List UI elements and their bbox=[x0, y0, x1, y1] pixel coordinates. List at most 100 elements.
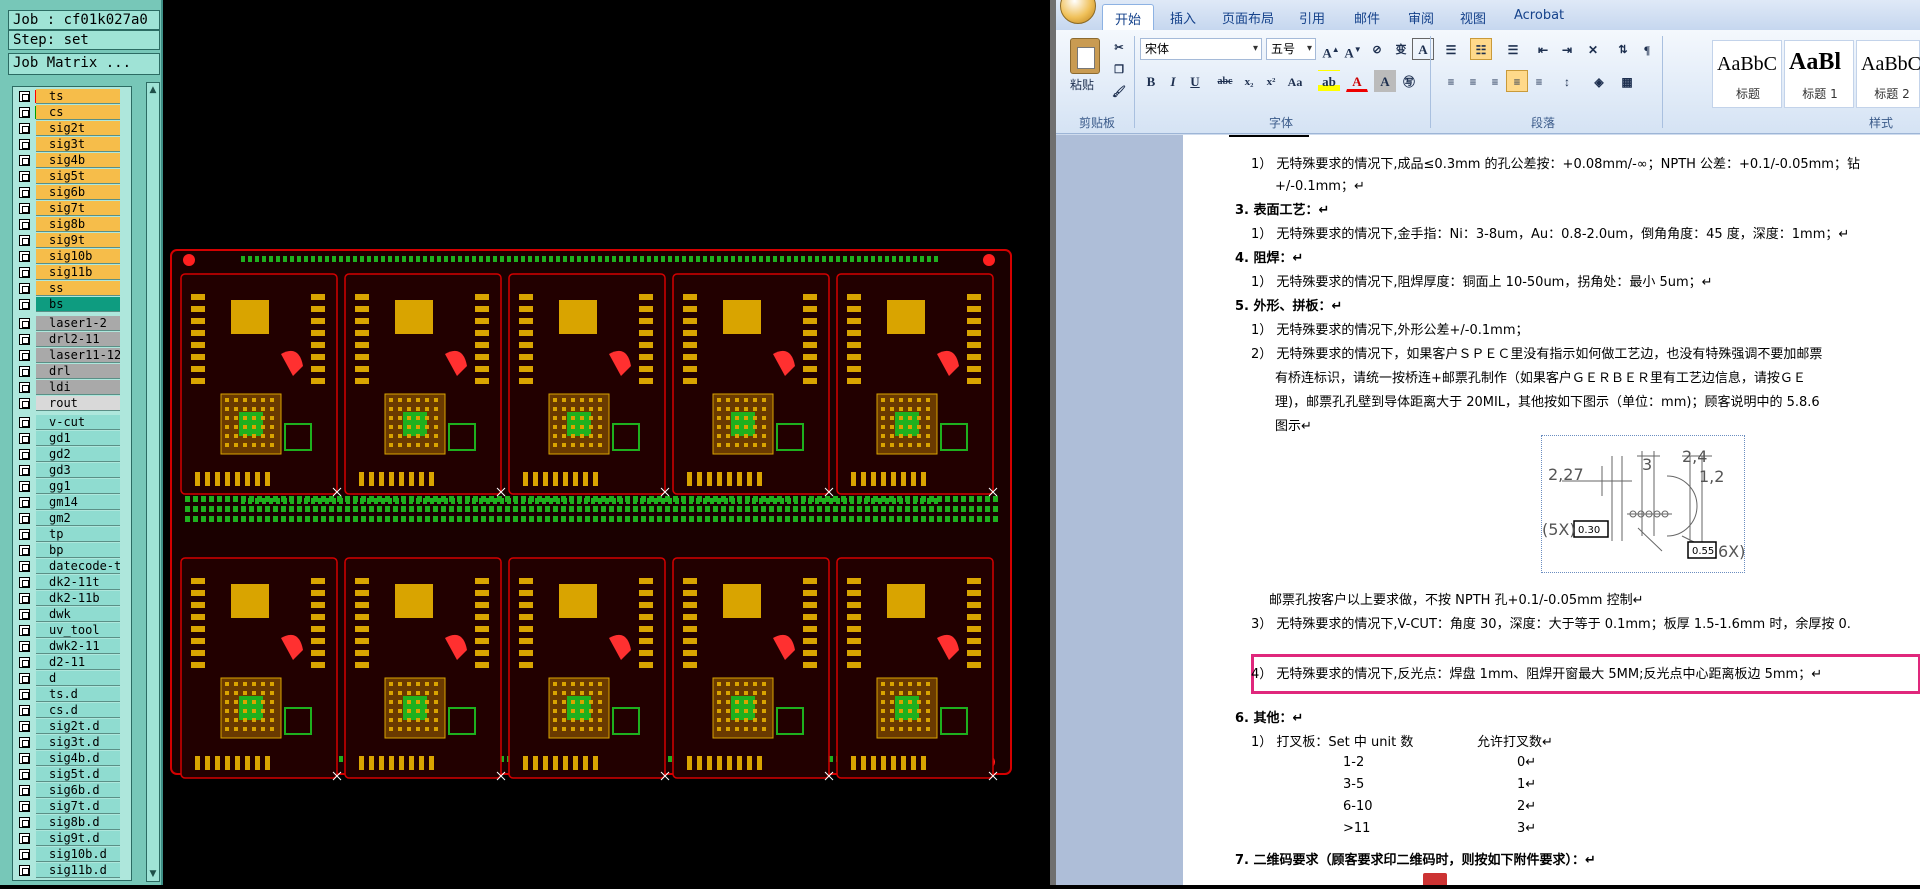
layer-checkbox[interactable] bbox=[19, 318, 30, 329]
style-heading-2[interactable]: AaBbC 标题 2 bbox=[1856, 40, 1920, 108]
font-size-combo[interactable]: 五号 bbox=[1266, 38, 1316, 60]
layer-row-sig7t[interactable]: sig7t bbox=[13, 201, 131, 216]
shading-icon[interactable]: ◈ bbox=[1588, 70, 1610, 92]
layer-row-sig8b[interactable]: sig8b bbox=[13, 217, 131, 232]
layer-row-sig11b[interactable]: sig11b bbox=[13, 265, 131, 280]
layer-row-ss[interactable]: ss bbox=[13, 281, 131, 296]
layer-checkbox[interactable] bbox=[19, 865, 30, 876]
layer-row-sig2t.d[interactable]: sig2t.d bbox=[13, 719, 131, 734]
layer-row-sig9t[interactable]: sig9t bbox=[13, 233, 131, 248]
line-spacing-icon[interactable]: ↕ bbox=[1556, 70, 1578, 92]
layer-row-dk2-11b[interactable]: dk2-11b bbox=[13, 591, 131, 606]
enclose-char-icon[interactable]: ㊢ bbox=[1398, 70, 1420, 92]
layer-checkbox[interactable] bbox=[19, 171, 30, 182]
layer-checkbox[interactable] bbox=[19, 187, 30, 198]
layer-checkbox[interactable] bbox=[19, 398, 30, 409]
layer-row-ts[interactable]: ts bbox=[13, 89, 131, 104]
layer-checkbox[interactable] bbox=[19, 609, 30, 620]
layer-row-sig5t.d[interactable]: sig5t.d bbox=[13, 767, 131, 782]
layer-row-cs[interactable]: cs bbox=[13, 105, 131, 120]
layer-checkbox[interactable] bbox=[19, 561, 30, 572]
layer-row-v-cut[interactable]: v-cut bbox=[13, 415, 131, 430]
layer-row-sig9t.d[interactable]: sig9t.d bbox=[13, 831, 131, 846]
layer-row-sig3t.d[interactable]: sig3t.d bbox=[13, 735, 131, 750]
layer-row-sig4b.d[interactable]: sig4b.d bbox=[13, 751, 131, 766]
layer-checkbox[interactable] bbox=[19, 155, 30, 166]
paste-button[interactable]: 粘贴 bbox=[1070, 76, 1094, 93]
phonetic-guide-icon[interactable]: 变 bbox=[1390, 38, 1412, 60]
increase-indent-icon[interactable]: ⇥ bbox=[1556, 38, 1578, 60]
distributed-icon[interactable]: ≡ bbox=[1528, 70, 1550, 92]
layer-checkbox[interactable] bbox=[19, 753, 30, 764]
layer-checkbox[interactable] bbox=[19, 235, 30, 246]
layer-row-drl2-11[interactable]: drl2-11 bbox=[13, 332, 131, 347]
scroll-up-arrow-icon[interactable]: ▲ bbox=[148, 84, 158, 96]
layer-row-sig6b[interactable]: sig6b bbox=[13, 185, 131, 200]
highlight-icon[interactable]: ab bbox=[1318, 70, 1340, 92]
align-center-icon[interactable]: ≡ bbox=[1462, 70, 1484, 92]
layer-checkbox[interactable] bbox=[19, 849, 30, 860]
subscript-icon[interactable]: x₂ bbox=[1238, 70, 1260, 92]
document-page[interactable]: 1） 无特殊要求的情况下,成品≤0.3mm 的孔公差按：+0.08mm/-∞；N… bbox=[1183, 135, 1920, 885]
tab-page-layout[interactable]: 页面布局 bbox=[1222, 8, 1274, 27]
layer-row-rout[interactable]: rout bbox=[13, 396, 131, 411]
layer-checkbox[interactable] bbox=[19, 299, 30, 310]
layer-checkbox[interactable] bbox=[19, 139, 30, 150]
layer-row-laser11-12[interactable]: laser11-12 bbox=[13, 348, 131, 363]
tab-insert[interactable]: 插入 bbox=[1170, 8, 1196, 27]
layer-checkbox[interactable] bbox=[19, 673, 30, 684]
scroll-down-arrow-icon[interactable]: ▼ bbox=[148, 868, 158, 880]
board-graphics-canvas[interactable] bbox=[165, 0, 1055, 885]
font-name-combo[interactable]: 宋体 bbox=[1140, 38, 1262, 60]
layer-row-gd3[interactable]: gd3 bbox=[13, 463, 131, 478]
borders-icon[interactable]: ▦ bbox=[1616, 70, 1638, 92]
layer-checkbox[interactable] bbox=[19, 91, 30, 102]
layer-row-ldi[interactable]: ldi bbox=[13, 380, 131, 395]
layer-checkbox[interactable] bbox=[19, 545, 30, 556]
stamp-hole-figure[interactable]: 2,27 3 2,4 1,2 0.30 (5X) 0.55 6X) bbox=[1541, 435, 1745, 573]
style-title[interactable]: AaBbC 标题 bbox=[1712, 40, 1782, 108]
bullets-icon[interactable]: ☰ bbox=[1440, 38, 1462, 60]
grow-font-icon[interactable]: A▲ bbox=[1320, 38, 1342, 60]
multilevel-list-icon[interactable]: ☰ bbox=[1502, 38, 1524, 60]
layer-checkbox[interactable] bbox=[19, 417, 30, 428]
layer-checkbox[interactable] bbox=[19, 785, 30, 796]
pcb-panel-view[interactable] bbox=[165, 0, 1055, 885]
layer-row-dwk2-11[interactable]: dwk2-11 bbox=[13, 639, 131, 654]
layer-row-dk2-11t[interactable]: dk2-11t bbox=[13, 575, 131, 590]
layer-row-sig10b[interactable]: sig10b bbox=[13, 249, 131, 264]
layer-checkbox[interactable] bbox=[19, 449, 30, 460]
tab-references[interactable]: 引用 bbox=[1299, 8, 1325, 27]
tab-mailings[interactable]: 邮件 bbox=[1354, 8, 1380, 27]
layer-row-tp[interactable]: tp bbox=[13, 527, 131, 542]
layer-row-datecode-ts[interactable]: datecode-ts bbox=[13, 559, 131, 574]
change-case-icon[interactable]: Aa bbox=[1284, 70, 1306, 92]
cut-icon[interactable]: ✂ bbox=[1108, 36, 1130, 58]
layer-row-sig4b[interactable]: sig4b bbox=[13, 153, 131, 168]
italic-icon[interactable]: I bbox=[1162, 70, 1184, 92]
layer-row-gg1[interactable]: gg1 bbox=[13, 479, 131, 494]
layer-row-sig2t[interactable]: sig2t bbox=[13, 121, 131, 136]
layer-row-ts.d[interactable]: ts.d bbox=[13, 687, 131, 702]
layer-row-uv_tool[interactable]: uv_tool bbox=[13, 623, 131, 638]
layer-row-d2-11[interactable]: d2-11 bbox=[13, 655, 131, 670]
layer-checkbox[interactable] bbox=[19, 529, 30, 540]
layer-checkbox[interactable] bbox=[19, 267, 30, 278]
layer-row-sig8b.d[interactable]: sig8b.d bbox=[13, 815, 131, 830]
layer-checkbox[interactable] bbox=[19, 283, 30, 294]
layer-row-sig6b.d[interactable]: sig6b.d bbox=[13, 783, 131, 798]
layer-row-laser1-2[interactable]: laser1-2 bbox=[13, 316, 131, 331]
layer-checkbox[interactable] bbox=[19, 350, 30, 361]
layer-row-bp[interactable]: bp bbox=[13, 543, 131, 558]
align-right-icon[interactable]: ≡ bbox=[1484, 70, 1506, 92]
layer-checkbox[interactable] bbox=[19, 721, 30, 732]
style-heading-1[interactable]: AaBl 标题 1 bbox=[1784, 40, 1854, 108]
layer-row-sig7t.d[interactable]: sig7t.d bbox=[13, 799, 131, 814]
layer-row-dwk[interactable]: dwk bbox=[13, 607, 131, 622]
job-matrix-button[interactable]: Job Matrix ... bbox=[8, 53, 160, 75]
layer-row-d[interactable]: d bbox=[13, 671, 131, 686]
layer-checkbox[interactable] bbox=[19, 625, 30, 636]
superscript-icon[interactable]: x² bbox=[1260, 70, 1282, 92]
tab-acrobat[interactable]: Acrobat bbox=[1514, 8, 1564, 23]
layer-checkbox[interactable] bbox=[19, 801, 30, 812]
